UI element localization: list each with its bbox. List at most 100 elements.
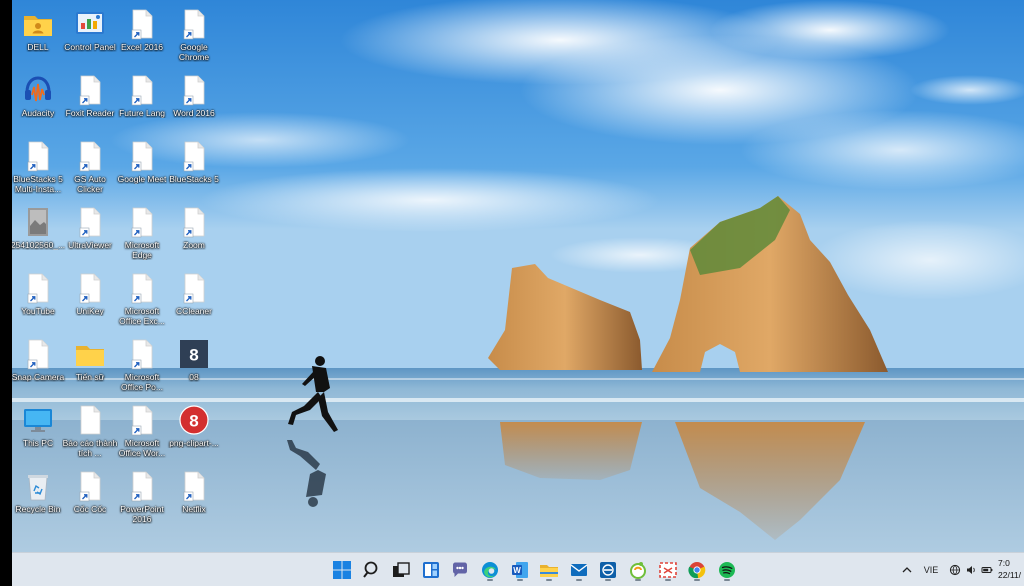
desktop-icon-label: UniKey <box>76 306 104 316</box>
search-icon[interactable] <box>360 558 384 582</box>
file-shortcut-icon <box>131 339 153 370</box>
desktop-icon-label: Netflix <box>182 504 206 514</box>
desktop: DELL Control Panel Excel 2016 Google Chrome… <box>0 0 1024 586</box>
desktop-icon[interactable]: UltraViewer <box>64 202 116 264</box>
desktop-icon-label: Control Panel <box>64 42 116 52</box>
chevron-up-icon[interactable] <box>900 562 914 578</box>
file-shortcut-icon <box>79 75 101 106</box>
desktop-icon-label: Microsoft Office Wor... <box>118 438 166 458</box>
desktop-icon[interactable]: 254102560_... <box>10 202 66 264</box>
recycle-bin-icon <box>28 475 48 501</box>
file-explorer-icon-glyph <box>540 565 559 577</box>
language-indicator[interactable]: VIE <box>920 562 942 578</box>
desktop-icon[interactable]: Recycle Bin <box>12 466 64 528</box>
desktop-icon[interactable]: Microsoft Office Wor... <box>116 400 168 462</box>
desktop-icon[interactable]: CCleaner <box>168 268 220 330</box>
desktop-icon[interactable]: Zoom <box>168 202 220 264</box>
word-icon[interactable]: W <box>508 558 532 582</box>
widgets-icon[interactable] <box>419 558 443 582</box>
desktop-icon-label: BlueStacks 5 <box>169 174 219 184</box>
system-tray: VIE 7:0 22/11/ <box>894 553 1024 586</box>
file-shortcut-icon <box>131 471 153 502</box>
snipping-icon[interactable] <box>656 558 680 582</box>
desktop-icon[interactable]: Netflix <box>168 466 220 528</box>
svg-text:8: 8 <box>189 346 198 365</box>
spotify-icon-glyph <box>718 562 735 578</box>
desktop-icon[interactable]: UniKey <box>64 268 116 330</box>
desktop-icon[interactable]: Google Meet <box>116 136 168 198</box>
file-shortcut-icon <box>27 141 49 172</box>
widgets-icon-glyph <box>422 562 439 578</box>
file-shortcut-icon <box>131 405 153 436</box>
blue-square-app-icon[interactable] <box>596 558 620 582</box>
windows-start-icon[interactable] <box>330 558 354 582</box>
desktop-icon-label: Recycle Bin <box>15 504 61 514</box>
volume-icon[interactable] <box>964 562 978 578</box>
network-icon[interactable] <box>948 562 962 578</box>
windows-start-icon-glyph <box>333 561 351 579</box>
desktop-icon-label: Audacity <box>21 108 55 118</box>
desktop-icon-label: This PC <box>22 438 54 448</box>
desktop-icon[interactable]: Future Lang <box>116 70 168 132</box>
file-explorer-icon[interactable] <box>537 558 561 582</box>
desktop-icon-label: 254102560_... <box>10 240 66 250</box>
desktop-icon[interactable]: Microsoft Office Po... <box>116 334 168 396</box>
running-indicator <box>487 579 493 581</box>
battery-icon[interactable] <box>980 562 994 578</box>
file-shortcut-icon <box>131 9 153 40</box>
desktop-icon[interactable]: BlueStacks 5 Multi-Insta... <box>12 136 64 198</box>
coccoc-icon[interactable] <box>626 558 650 582</box>
file-shortcut-icon <box>183 9 205 40</box>
desktop-icon[interactable]: Word 2016 <box>168 70 220 132</box>
number-8-red-icon: 8 <box>179 405 209 435</box>
desktop-icon[interactable]: Control Panel <box>64 4 116 66</box>
file-shortcut-icon <box>27 273 49 304</box>
desktop-icon[interactable]: BlueStacks 5 <box>168 136 220 198</box>
desktop-icon[interactable]: Audacity <box>12 70 64 132</box>
desktop-icon-label: DELL <box>27 42 49 52</box>
edge-icon[interactable] <box>478 558 502 582</box>
clock[interactable]: 7:0 22/11/ <box>998 557 1024 581</box>
file-shortcut-icon <box>131 273 153 304</box>
desktop-icon-label: Microsoft Office Po... <box>121 372 163 392</box>
chrome-icon[interactable] <box>685 558 709 582</box>
image-file-icon <box>28 208 48 236</box>
desktop-icon[interactable]: Tiến sữ <box>64 334 116 396</box>
desktop-icon[interactable]: Microsoft Edge <box>116 202 168 264</box>
file-shortcut-icon <box>79 273 101 304</box>
clock-time: 7:0 <box>998 558 1010 568</box>
svg-text:W: W <box>513 566 521 575</box>
teams-chat-icon[interactable] <box>448 558 472 582</box>
desktop-icon[interactable]: YouTube <box>12 268 64 330</box>
desktop-icon[interactable]: Google Chrome <box>168 4 220 66</box>
file-shortcut-icon <box>79 141 101 172</box>
desktop-icon-label: Excel 2016 <box>120 42 164 52</box>
desktop-icon[interactable]: Foxit Reader <box>64 70 116 132</box>
running-indicator <box>546 579 553 581</box>
desktop-icon-label: Future Lang <box>119 108 165 118</box>
spotify-icon[interactable] <box>715 558 739 582</box>
running-indicator <box>605 579 612 581</box>
desktop-icon[interactable]: PowerPoint 2016 <box>116 466 168 528</box>
desktop-icon-label: Báo cáo thành tích ... <box>62 438 118 458</box>
mail-icon[interactable] <box>567 558 591 582</box>
monitor-icon <box>24 409 52 432</box>
control-panel-icon <box>76 12 104 34</box>
desktop-icon-label: GS Auto Clicker <box>74 174 106 194</box>
coccoc-icon-glyph <box>630 562 646 579</box>
desktop-icon[interactable]: Microsoft Office Exc... <box>116 268 168 330</box>
desktop-icon[interactable]: GS Auto Clicker <box>64 136 116 198</box>
desktop-icon[interactable]: 8 08 <box>168 334 220 396</box>
desktop-icon[interactable]: Báo cáo thành tích ... <box>62 400 118 462</box>
file-icon <box>80 405 101 435</box>
task-view-icon[interactable] <box>389 558 413 582</box>
desktop-icon[interactable]: DELL <box>12 4 64 66</box>
running-indicator <box>635 579 641 581</box>
desktop-icon[interactable]: Excel 2016 <box>116 4 168 66</box>
desktop-icon[interactable]: Snap Camera <box>12 334 64 396</box>
desktop-icon-label: UltraViewer <box>68 240 112 250</box>
desktop-icon[interactable]: 8 png-clipart-... <box>168 400 220 462</box>
running-indicator <box>694 579 701 581</box>
desktop-icon[interactable]: Cốc Cốc <box>64 466 116 528</box>
desktop-icon[interactable]: This PC <box>12 400 64 462</box>
